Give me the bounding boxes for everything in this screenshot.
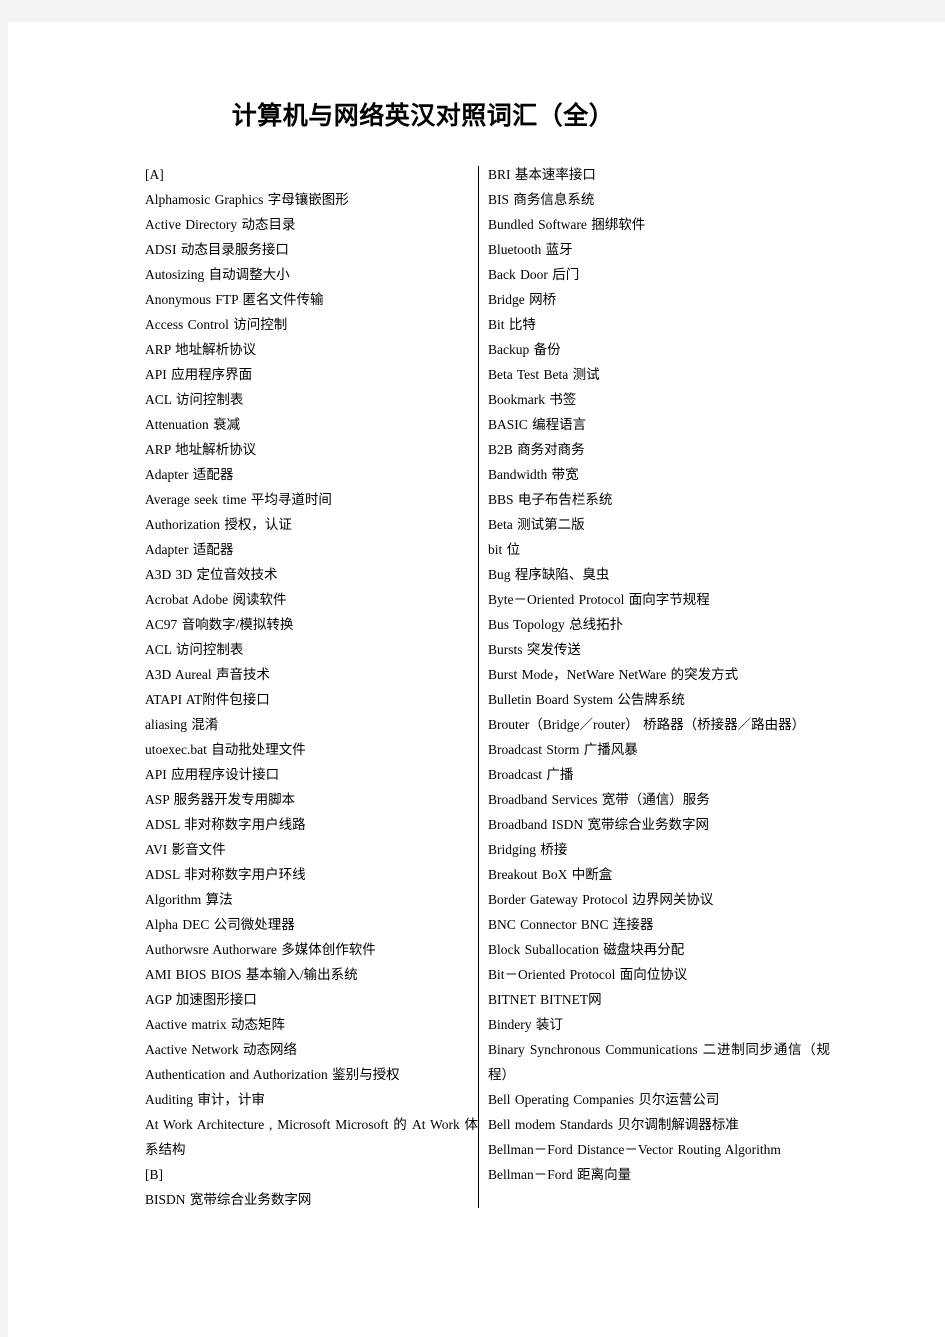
left-entry: ASP 服务器开发专用脚本 (145, 792, 296, 807)
right-entry: Broadcast Storm 广播风暴 (488, 742, 638, 757)
right-entry: Bridging 桥接 (488, 842, 568, 857)
right-entry: Bulletin Board System 公告牌系统 (488, 692, 685, 707)
left-entry: ADSL 非对称数字用户环线 (145, 867, 306, 882)
right-entry: Brouter（Bridge／router） 桥路器（桥接器／路由器） (488, 717, 806, 732)
left-entry: Authentication and Authorization 鉴别与授权 (145, 1067, 400, 1082)
section-letter-mark: [A] (145, 167, 164, 182)
left-entry: API 应用程序设计接口 (145, 767, 280, 782)
left-entry: aliasing 混淆 (145, 717, 219, 732)
left-entry: ADSL 非对称数字用户线路 (145, 817, 306, 832)
left-entry: Average seek time 平均寻道时间 (145, 492, 332, 507)
left-entry: ACL 访问控制表 (145, 392, 244, 407)
left-entry: AVI 影音文件 (145, 842, 226, 857)
left-entry: Attenuation 衰减 (145, 417, 241, 432)
left-entry: ATAPI AT附件包接口 (145, 692, 270, 707)
glossary-column-left: [A] Alphamosic Graphics 字母镶嵌图形 Active Dire… (145, 162, 478, 1212)
left-entry: ACL 访问控制表 (145, 642, 244, 657)
right-entry: Bandwidth 带宽 (488, 467, 579, 482)
right-entry: Beta 测试第二版 (488, 517, 585, 532)
right-entry: Bellman－Ford Distance－Vector Routing Alg… (488, 1142, 781, 1157)
right-entry: Bell Operating Companies 贝尔运营公司 (488, 1092, 720, 1107)
right-entry: Back Door 后门 (488, 267, 580, 282)
right-entry: Border Gateway Protocol 边界网关协议 (488, 892, 714, 907)
left-entry: Aactive matrix 动态矩阵 (145, 1017, 285, 1032)
page-title: 计算机与网络英汉对照词汇（全） (231, 101, 615, 130)
glossary-columns: [A] Alphamosic Graphics 字母镶嵌图形 Active Dire… (8, 162, 945, 1222)
left-entry: Algorithm 算法 (145, 892, 233, 907)
right-entry: Binary Synchronous Communications 二进制同步通… (488, 1042, 830, 1082)
right-entry: Beta Test Beta 测试 (488, 367, 600, 382)
left-entry: Adapter 适配器 (145, 542, 234, 557)
left-entry: utoexec.bat 自动批处理文件 (145, 742, 306, 757)
document-page: 计算机与网络英汉对照词汇（全） [A] Alphamosic Graphics 字… (8, 22, 945, 1337)
left-entry: BISDN 宽带综合业务数字网 (145, 1192, 312, 1207)
left-entry: ADSI 动态目录服务接口 (145, 242, 289, 257)
left-entry: Alphamosic Graphics 字母镶嵌图形 (145, 192, 349, 207)
right-entry: Bug 程序缺陷、臭虫 (488, 567, 610, 582)
right-entry: Burst Mode，NetWare NetWare 的突发方式 (488, 667, 739, 682)
glossary-column-right: BRI 基本速率接口 BIS 商务信息系统 Bundled Software 捆绑软… (488, 162, 830, 1187)
right-entry: BIS 商务信息系统 (488, 192, 595, 207)
left-entry: AMI BIOS BIOS 基本输入/输出系统 (145, 967, 358, 982)
right-entry: Broadcast 广播 (488, 767, 574, 782)
left-entry: Authorization 授权，认证 (145, 517, 292, 532)
right-entry: Backup 备份 (488, 342, 561, 357)
left-entry: Alpha DEC 公司微处理器 (145, 917, 295, 932)
right-entry: Bellman－Ford 距离向量 (488, 1167, 632, 1182)
left-entry: Autosizing 自动调整大小 (145, 267, 290, 282)
left-entry: AGP 加速图形接口 (145, 992, 257, 1007)
left-entry: Anonymous FTP 匿名文件传输 (145, 292, 324, 307)
right-entry: Bit 比特 (488, 317, 536, 332)
right-entry: BITNET BITNET网 (488, 992, 602, 1007)
left-entry: Aactive Network 动态网络 (145, 1042, 297, 1057)
right-entry: Broadband ISDN 宽带综合业务数字网 (488, 817, 709, 832)
right-entry: Block Suballocation 磁盘块再分配 (488, 942, 685, 957)
left-entry: A3D 3D 定位音效技术 (145, 567, 278, 582)
left-entry: Adapter 适配器 (145, 467, 234, 482)
left-entry: Acrobat Adobe 阅读软件 (145, 592, 287, 607)
right-entry: Bluetooth 蓝牙 (488, 242, 573, 257)
left-entry: API 应用程序界面 (145, 367, 253, 382)
left-entry: Authorwsre Authorware 多媒体创作软件 (145, 942, 376, 957)
left-entry: Active Directory 动态目录 (145, 217, 296, 232)
column-divider (478, 166, 479, 1208)
right-entry: Bridge 网桥 (488, 292, 557, 307)
right-entry: Bell modem Standards 贝尔调制解调器标准 (488, 1117, 739, 1132)
left-entry: ARP 地址解析协议 (145, 342, 257, 357)
right-entry: Broadband Services 宽带（通信）服务 (488, 792, 710, 807)
right-entry: Byte－Oriented Protocol 面向字节规程 (488, 592, 710, 607)
right-entry: BASIC 编程语言 (488, 417, 587, 432)
right-entry: BNC Connector BNC 连接器 (488, 917, 654, 932)
right-entry: Bus Topology 总线拓扑 (488, 617, 624, 632)
section-letter-mark: [B] (145, 1167, 163, 1182)
right-entry: Bit－Oriented Protocol 面向位协议 (488, 967, 688, 982)
right-entry: Bursts 突发传送 (488, 642, 581, 657)
right-entry: Bundled Software 捆绑软件 (488, 217, 646, 232)
right-entry: Bindery 装订 (488, 1017, 563, 1032)
right-entry: Bookmark 书签 (488, 392, 577, 407)
left-entry: A3D Aureal 声音技术 (145, 667, 270, 682)
left-entry: At Work Architecture , Microsoft Microso… (145, 1117, 478, 1157)
right-entry: BBS 电子布告栏系统 (488, 492, 613, 507)
left-entry: Auditing 审计，计审 (145, 1092, 265, 1107)
right-entry: B2B 商务对商务 (488, 442, 585, 457)
right-entry: bit 位 (488, 542, 521, 557)
left-entry: ARP 地址解析协议 (145, 442, 257, 457)
right-entry: BRI 基本速率接口 (488, 167, 596, 182)
right-entry: Breakout BoX 中断盒 (488, 867, 613, 882)
left-entry: Access Control 访问控制 (145, 317, 288, 332)
left-entry: AC97 音响数字/模拟转换 (145, 617, 294, 632)
